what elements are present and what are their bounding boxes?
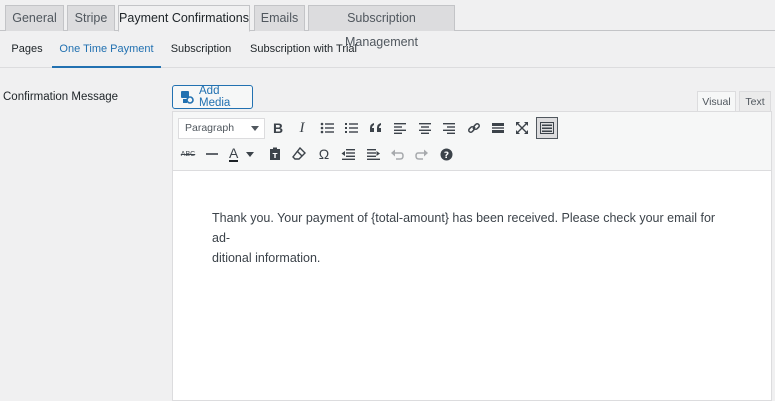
- text-color-letter: A: [229, 144, 239, 162]
- undo-icon[interactable]: [386, 143, 408, 165]
- svg-text:?: ?: [443, 151, 448, 161]
- tab-general[interactable]: General: [5, 5, 64, 31]
- chevron-down-icon[interactable]: [246, 151, 255, 157]
- subtab-pages[interactable]: Pages: [7, 31, 47, 67]
- format-select[interactable]: Paragraph: [178, 118, 265, 139]
- horizontal-line-icon[interactable]: [201, 143, 223, 165]
- format-select-value: Paragraph: [185, 122, 235, 134]
- confirmation-subtabs: Pages One Time Payment Subscription Subs…: [0, 31, 775, 68]
- bold-icon[interactable]: B: [267, 117, 289, 139]
- tab-visual[interactable]: Visual: [697, 91, 736, 112]
- special-char-icon[interactable]: Ω: [313, 143, 335, 165]
- content-line: Thank you. Your payment of {total-amount…: [212, 211, 716, 245]
- editor-toolbar: Paragraph B I ABC A T Ω ?: [173, 112, 771, 171]
- tab-payment-confirmations[interactable]: Payment Confirmations: [118, 5, 250, 32]
- clear-format-icon[interactable]: [288, 143, 310, 165]
- italic-icon[interactable]: I: [291, 117, 313, 139]
- help-icon[interactable]: ?: [435, 143, 457, 165]
- align-center-icon[interactable]: [414, 117, 436, 139]
- align-right-icon[interactable]: [438, 117, 460, 139]
- read-more-icon[interactable]: [487, 117, 509, 139]
- align-left-icon[interactable]: [389, 117, 411, 139]
- fullscreen-icon[interactable]: [511, 117, 533, 139]
- content-line: ditional information.: [212, 251, 321, 265]
- wysiwyg-editor: Paragraph B I ABC A T Ω ? Thank you. You…: [172, 111, 772, 401]
- tab-subscription-management[interactable]: Subscription Management: [308, 5, 455, 49]
- media-icon: [181, 91, 194, 104]
- link-icon[interactable]: [463, 117, 485, 139]
- outdent-icon[interactable]: [337, 143, 359, 165]
- redo-icon[interactable]: [411, 143, 433, 165]
- chevron-down-icon: [251, 126, 259, 131]
- add-media-button[interactable]: Add Media: [172, 85, 253, 109]
- tab-text[interactable]: Text: [739, 91, 771, 112]
- blockquote-icon[interactable]: [365, 117, 387, 139]
- subtab-one-time-payment[interactable]: One Time Payment: [52, 31, 161, 68]
- tab-stripe[interactable]: Stripe: [67, 5, 115, 31]
- tab-emails[interactable]: Emails: [254, 5, 305, 31]
- svg-text:T: T: [273, 152, 278, 160]
- confirmation-message-label: Confirmation Message: [3, 91, 119, 103]
- strikethrough-icon[interactable]: ABC: [177, 143, 199, 165]
- editor-content[interactable]: Thank you. Your payment of {total-amount…: [212, 208, 732, 268]
- settings-tabs: General Stripe Payment Confirmations Ema…: [0, 0, 775, 49]
- toolbar-toggle-icon[interactable]: [536, 117, 558, 139]
- add-media-label: Add Media: [199, 85, 231, 109]
- text-color-icon[interactable]: A: [225, 143, 259, 165]
- paste-text-icon[interactable]: T: [264, 143, 286, 165]
- subtab-subscription[interactable]: Subscription: [166, 31, 236, 67]
- indent-icon[interactable]: [362, 143, 384, 165]
- numbered-list-icon[interactable]: [340, 117, 362, 139]
- bullet-list-icon[interactable]: [316, 117, 338, 139]
- subtab-subscription-with-trial[interactable]: Subscription with Trial: [246, 31, 361, 67]
